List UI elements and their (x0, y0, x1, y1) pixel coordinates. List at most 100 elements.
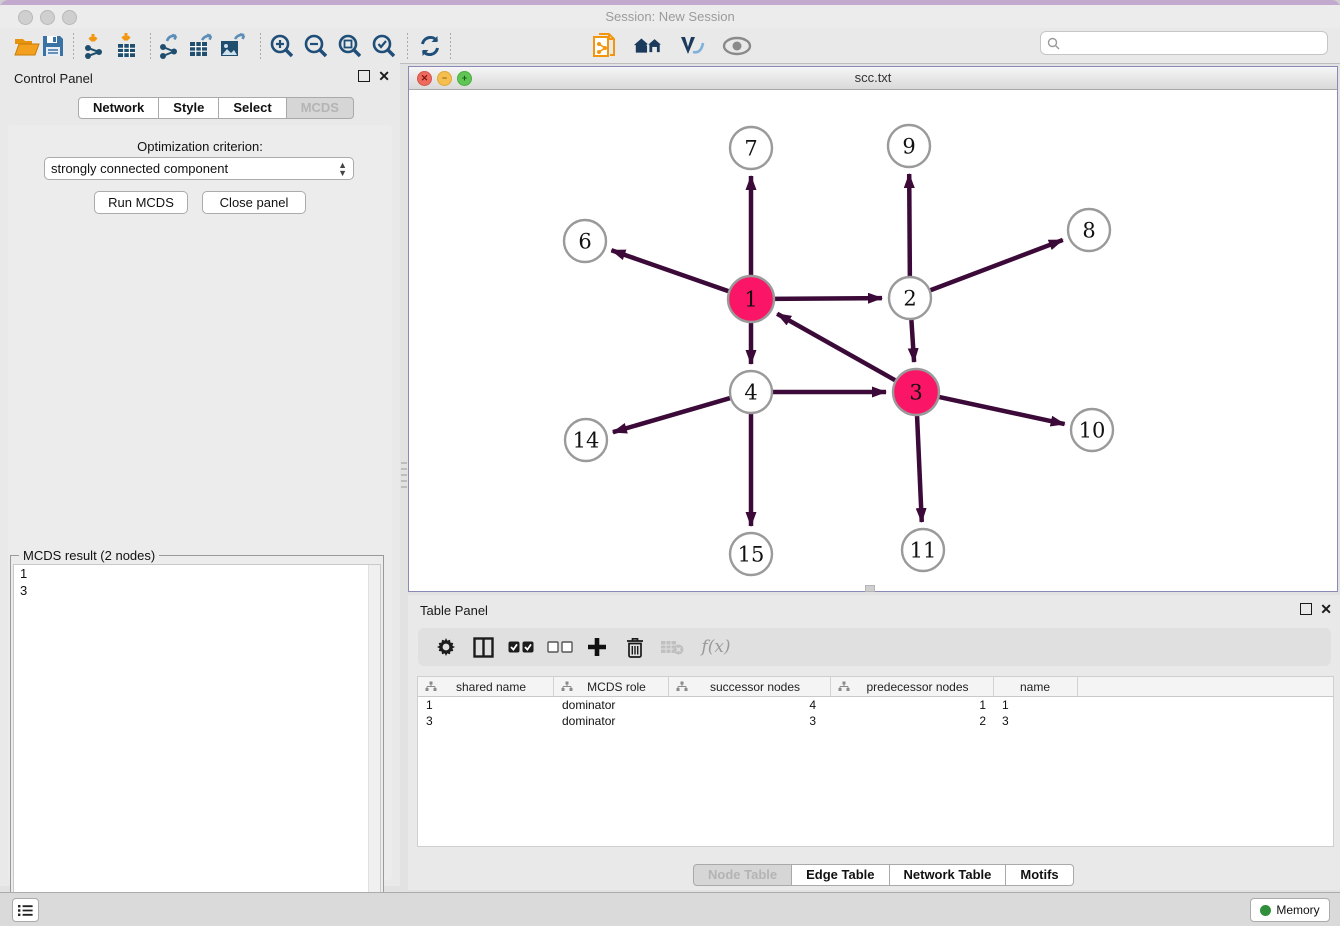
home-view-icon[interactable] (633, 31, 663, 61)
scrollbar-track[interactable] (368, 565, 380, 926)
zoom-selected-icon[interactable] (369, 31, 399, 61)
tab-edge-table[interactable]: Edge Table (792, 864, 889, 886)
mcds-result-group: MCDS result (2 nodes) 13 (10, 555, 384, 926)
table-header-row: shared name MCDS role successor nodes pr… (418, 677, 1333, 697)
window-resize-handle[interactable] (865, 585, 875, 592)
table-row[interactable]: 1dominator411 (418, 697, 1333, 713)
tab-node-table[interactable]: Node Table (693, 864, 792, 886)
table-cell[interactable]: 1 (831, 697, 994, 713)
split-view-icon[interactable] (468, 632, 498, 662)
close-panel-icon[interactable]: ✕ (378, 71, 390, 81)
select-all-icon[interactable] (506, 632, 536, 662)
graph-edge-2-9[interactable] (909, 174, 910, 279)
export-image-icon[interactable] (218, 31, 248, 61)
table-cell[interactable]: 3 (994, 713, 1078, 729)
panel-splitter-handle[interactable] (401, 462, 407, 488)
graph-edge-1-6[interactable] (611, 250, 731, 292)
graph-node-10[interactable]: 10 (1071, 409, 1113, 451)
apply-style-icon[interactable] (677, 31, 707, 61)
tab-network[interactable]: Network (78, 97, 159, 119)
tab-select[interactable]: Select (219, 97, 286, 119)
table-cell[interactable]: 1 (994, 697, 1078, 713)
graph-edge-3-11[interactable] (917, 413, 922, 522)
column-header-shared-name[interactable]: shared name (418, 677, 554, 696)
settings-gear-icon[interactable] (431, 632, 461, 662)
tab-motifs[interactable]: Motifs (1006, 864, 1073, 886)
search-input[interactable] (1064, 35, 1327, 51)
zoom-fit-icon[interactable] (335, 31, 365, 61)
graph-edge-3-10[interactable] (937, 396, 1065, 424)
node-table[interactable]: shared name MCDS role successor nodes pr… (417, 676, 1334, 847)
show-hide-icon[interactable] (722, 31, 752, 61)
table-cell[interactable]: 4 (669, 697, 831, 713)
table-panel-tabs: Node TableEdge TableNetwork TableMotifs (693, 864, 1074, 886)
column-header-name[interactable]: name (994, 677, 1078, 696)
network-canvas[interactable]: 1 2 3 4 6 7 8 9 10 11 14 15 (409, 90, 1337, 591)
mcds-result-list[interactable]: 13 (13, 564, 381, 926)
zoom-in-icon[interactable] (267, 31, 297, 61)
column-header-MCDS-role[interactable]: MCDS role (554, 677, 669, 696)
graph-node-14[interactable]: 14 (565, 419, 607, 461)
clone-network-icon[interactable] (590, 31, 620, 61)
run-mcds-button[interactable]: Run MCDS (94, 191, 188, 214)
memory-button[interactable]: Memory (1250, 898, 1330, 922)
table-panel-title: Table Panel (420, 603, 488, 618)
tab-network-table[interactable]: Network Table (890, 864, 1007, 886)
selected-option: strongly connected component (51, 161, 338, 176)
zoom-out-icon[interactable] (301, 31, 331, 61)
node-label: 9 (902, 135, 915, 159)
add-icon[interactable] (582, 632, 612, 662)
fx-label: f(x) (701, 637, 730, 657)
float-panel-icon[interactable] (1300, 603, 1312, 615)
column-header-predecessor-nodes[interactable]: predecessor nodes (831, 677, 994, 696)
show-panels-button[interactable] (12, 898, 39, 922)
search-field[interactable] (1040, 31, 1328, 55)
graph-node-4[interactable]: 4 (730, 371, 772, 413)
toolbar-separator (407, 33, 408, 59)
graph-edge-1-2[interactable] (772, 298, 882, 299)
network-window-titlebar[interactable]: ✕ − + scc.txt (409, 67, 1337, 90)
graph-node-6[interactable]: 6 (564, 220, 606, 262)
hierarchy-icon (425, 681, 437, 692)
graph-node-1[interactable]: 1 (728, 276, 774, 322)
tab-mcds[interactable]: MCDS (287, 97, 354, 119)
table-row[interactable]: 3dominator323 (418, 713, 1333, 729)
float-panel-icon[interactable] (358, 70, 370, 82)
column-header-successor-nodes[interactable]: successor nodes (669, 677, 831, 696)
graph-edge-4-14[interactable] (613, 397, 733, 432)
graph-edge-2-3[interactable] (911, 317, 914, 362)
graph-node-8[interactable]: 8 (1068, 209, 1110, 251)
save-session-icon[interactable] (38, 31, 68, 61)
import-network-icon[interactable] (80, 31, 110, 61)
graph-edge-3-1[interactable] (777, 314, 898, 382)
network-graph[interactable]: 1 2 3 4 6 7 8 9 10 11 14 15 (409, 90, 1336, 591)
tab-style[interactable]: Style (159, 97, 219, 119)
table-cell[interactable]: 1 (418, 697, 554, 713)
delete-trash-icon[interactable] (620, 632, 650, 662)
graph-node-9[interactable]: 9 (888, 125, 930, 167)
close-panel-button[interactable]: Close panel (202, 191, 306, 214)
table-cell[interactable]: 2 (831, 713, 994, 729)
export-table-icon[interactable] (186, 31, 216, 61)
optimization-criterion-select[interactable]: strongly connected component ▲▼ (44, 157, 354, 180)
control-panel: Control Panel ✕ NetworkStyleSelectMCDS O… (0, 63, 400, 886)
deselect-all-icon[interactable] (545, 632, 575, 662)
graph-node-3[interactable]: 3 (893, 369, 939, 415)
graph-node-2[interactable]: 2 (889, 277, 931, 319)
graph-edge-2-8[interactable] (928, 240, 1063, 291)
control-panel-title: Control Panel (14, 71, 93, 86)
refresh-layout-icon[interactable] (415, 31, 445, 61)
table-cell[interactable]: 3 (418, 713, 554, 729)
graph-node-7[interactable]: 7 (730, 127, 772, 169)
table-cell[interactable]: dominator (554, 713, 669, 729)
export-network-icon[interactable] (155, 31, 185, 61)
titlebar: Session: New Session (0, 5, 1340, 28)
import-table-icon[interactable] (111, 31, 141, 61)
graph-node-15[interactable]: 15 (730, 533, 772, 575)
close-panel-icon[interactable]: ✕ (1320, 604, 1332, 614)
table-cell[interactable]: 3 (669, 713, 831, 729)
table-cell[interactable]: dominator (554, 697, 669, 713)
search-icon (1047, 37, 1060, 50)
node-label: 4 (744, 381, 757, 405)
graph-node-11[interactable]: 11 (902, 529, 944, 571)
